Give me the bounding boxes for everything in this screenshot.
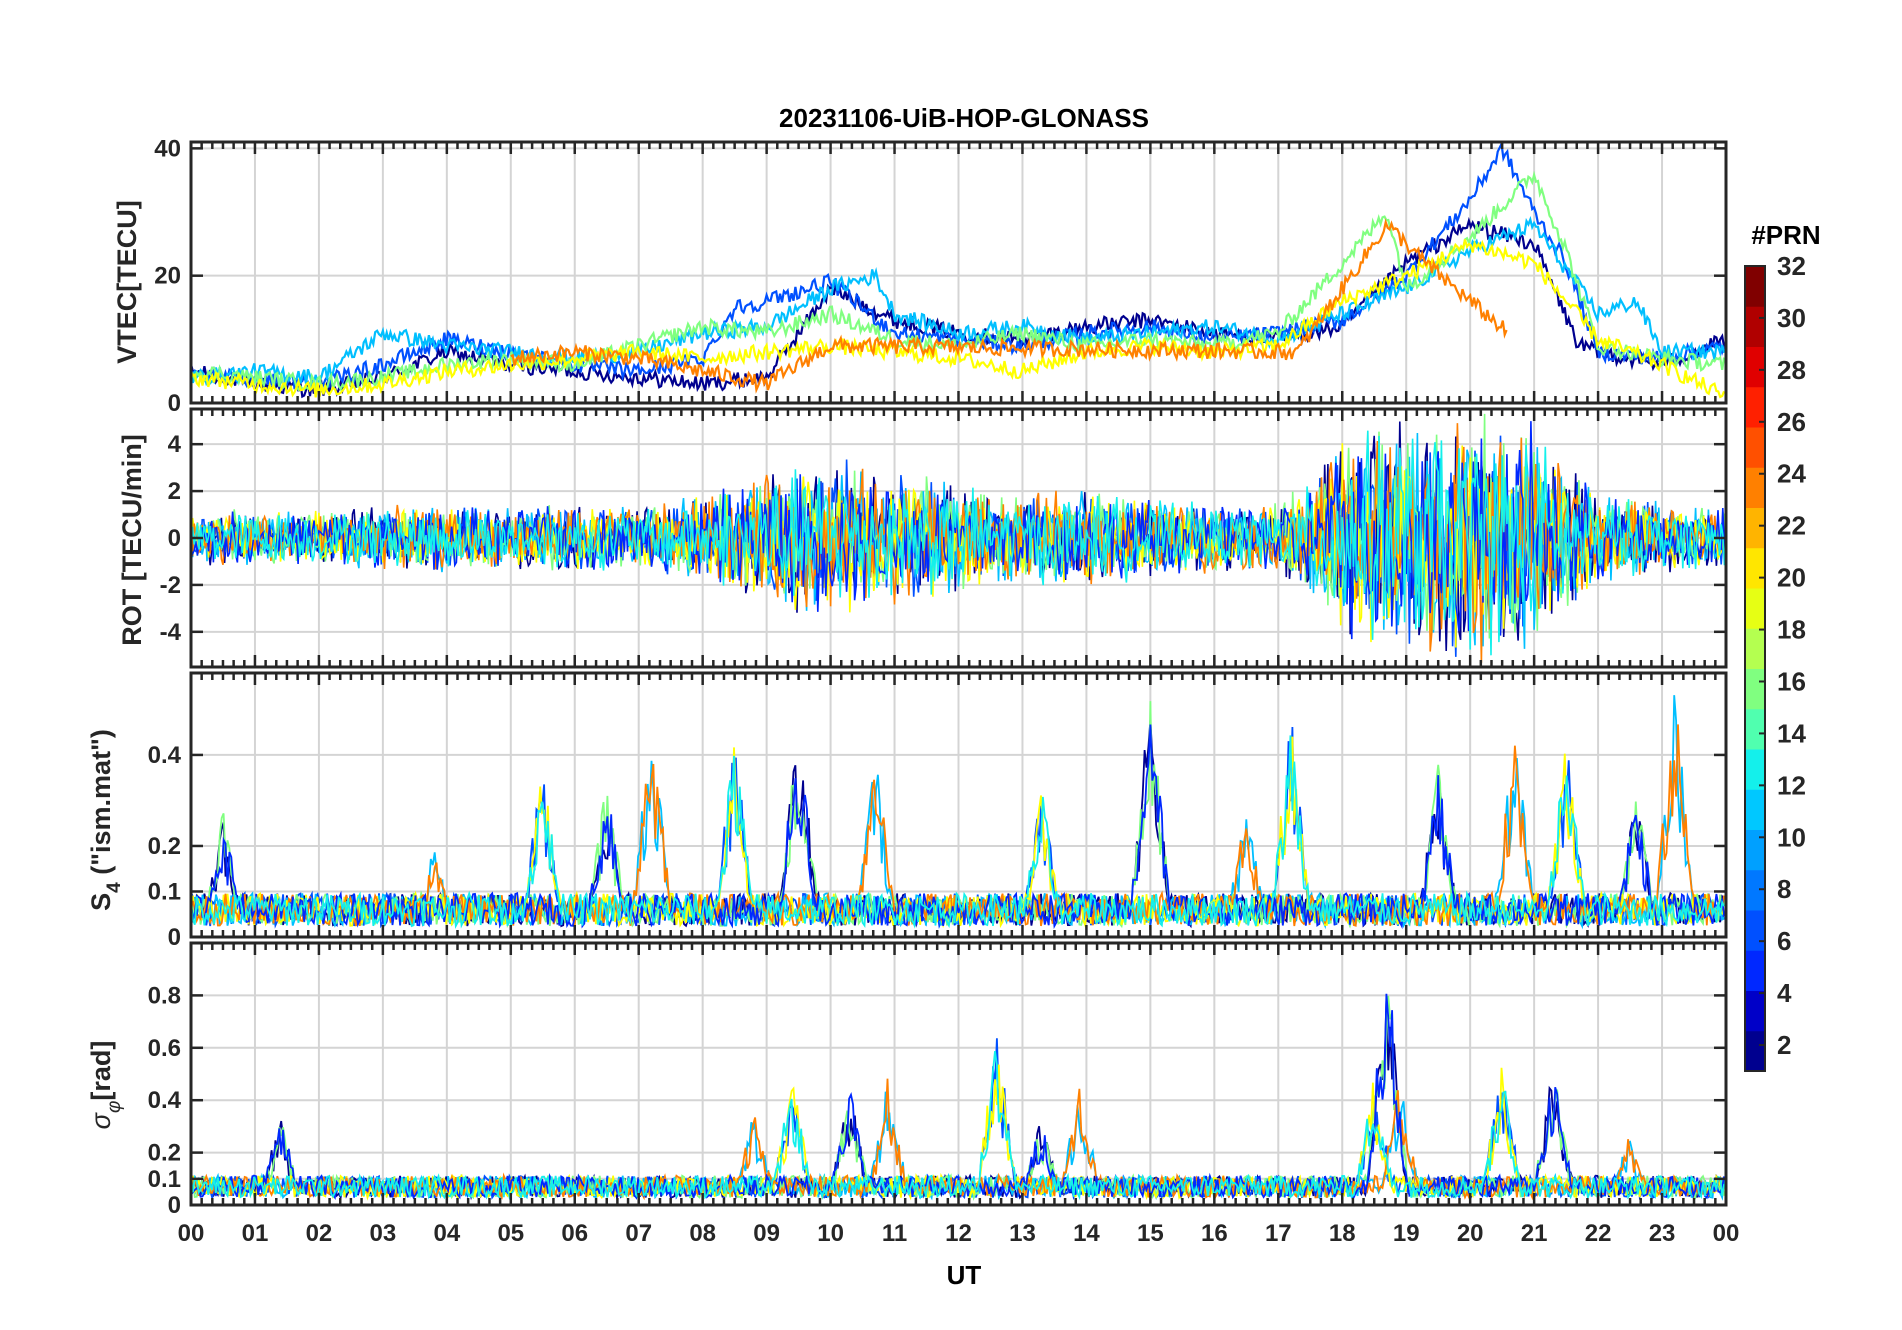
x-tick-label: 09 [753, 1220, 780, 1247]
x-tick-label: 01 [242, 1220, 269, 1247]
x-tick-label: 14 [1073, 1220, 1100, 1247]
x-tick-label: 23 [1649, 1220, 1676, 1247]
x-tick-label: 16 [1201, 1220, 1228, 1247]
colorbar-segment [1745, 950, 1765, 991]
x-axis-label: UT [947, 1260, 982, 1290]
colorbar-tick-label: 12 [1777, 770, 1806, 800]
colorbar-tick-label: 18 [1777, 615, 1806, 645]
x-tick-label: 17 [1265, 1220, 1292, 1247]
y-tick-label: 2 [168, 478, 181, 505]
y-tick-label: 4 [168, 431, 182, 458]
panels: 02040-4-202400.10.20.400.10.20.40.60.8 [148, 135, 1728, 1219]
y-tick-label: 0 [168, 1192, 181, 1219]
colorbar-segment [1745, 306, 1765, 347]
colorbar-segment [1745, 829, 1765, 871]
y-tick-label: 0.1 [148, 1166, 181, 1193]
colorbar-segment [1745, 708, 1765, 750]
y-tick-label: 0.4 [148, 742, 182, 769]
y-tick-label: 20 [154, 263, 181, 290]
colorbar-tick-label: 28 [1777, 355, 1806, 385]
x-tick-label: 08 [689, 1220, 716, 1247]
colorbar-segment [1745, 427, 1765, 468]
y-tick-label: 0 [168, 924, 181, 951]
y-tick-label: 40 [154, 135, 181, 162]
x-tick-label: 10 [817, 1220, 844, 1247]
colorbar-segment [1745, 668, 1765, 710]
y-tick-label: 0.4 [148, 1087, 182, 1114]
colorbar-title: #PRN [1751, 220, 1820, 250]
colorbar-tick-label: 24 [1777, 459, 1806, 489]
colorbar-tick-label: 22 [1777, 511, 1806, 541]
x-tick-labels: 00 01 02 03 04 05 06 07 08 09 10 11 12 13 14 15 16 17 18 19… [178, 1220, 1740, 1247]
x-tick-label: 13 [1009, 1220, 1036, 1247]
panel-s4: 0 0.1 0.2 0.4 [148, 671, 1728, 951]
colorbar-segment [1745, 588, 1765, 629]
panel-vtec: 0 20 40 [154, 135, 1728, 417]
colorbar-tick-label: 8 [1777, 874, 1791, 904]
colorbar-tick-label: 16 [1777, 666, 1806, 696]
panel-rot: -4 -2 0 2 4 [160, 407, 1728, 669]
colorbar-tick-label: 26 [1777, 407, 1806, 437]
colorbar-tick-label: 32 [1777, 251, 1806, 281]
colorbar-tick-label: 4 [1777, 978, 1792, 1008]
x-tick-label: 03 [370, 1220, 397, 1247]
x-tick-label: 05 [497, 1220, 524, 1247]
y-label-sigma-phi: σφ[rad] [86, 1041, 125, 1130]
y-tick-label: 0 [168, 390, 181, 417]
x-tick-label: 15 [1137, 1220, 1164, 1247]
y-label-rot: ROT [TECU/min] [117, 434, 147, 645]
y-tick-label: 0.2 [148, 1140, 181, 1167]
y-label-s4: S4 ("ism.mat") [86, 729, 125, 911]
colorbar-tick-label: 2 [1777, 1030, 1791, 1060]
colorbar-tick-label: 6 [1777, 926, 1791, 956]
colorbar: 2468101214161820222426283032 [1744, 251, 1806, 1072]
y-tick-label: 0.1 [148, 878, 181, 905]
colorbar-segment [1745, 1030, 1765, 1072]
colorbar-segment [1745, 266, 1765, 307]
y-tick-label: 0.6 [148, 1035, 181, 1062]
colorbar-segment [1745, 749, 1765, 790]
colorbar-tick-label: 10 [1777, 822, 1806, 852]
colorbar-segment [1745, 547, 1765, 589]
y-tick-label: -2 [160, 572, 181, 599]
panel-sigma-phi: 00.10.2 0.4 0.6 0.8 [148, 941, 1728, 1219]
x-tick-label: 00 [1713, 1220, 1740, 1247]
chart-title: 20231106-UiB-HOP-GLONASS [779, 103, 1149, 133]
colorbar-segment [1745, 789, 1765, 830]
x-tick-label: 20 [1457, 1220, 1484, 1247]
colorbar-segment [1745, 990, 1765, 1032]
x-tick-label: 07 [625, 1220, 652, 1247]
x-tick-label: 22 [1585, 1220, 1612, 1247]
x-tick-label: 11 [882, 1220, 907, 1247]
y-tick-label: -4 [160, 619, 182, 646]
colorbar-segment [1745, 507, 1765, 549]
colorbar-tick-label: 30 [1777, 303, 1806, 333]
y-label-vtec: VTEC[TECU] [112, 200, 142, 364]
colorbar-segment [1745, 628, 1765, 669]
colorbar-tick-label: 14 [1777, 718, 1806, 748]
x-tick-label: 06 [561, 1220, 588, 1247]
x-tick-label: 21 [1521, 1220, 1548, 1247]
y-tick-label: 0.2 [148, 833, 181, 860]
x-tick-label: 00 [178, 1220, 205, 1247]
x-tick-label: 04 [433, 1220, 460, 1247]
colorbar-tick-label: 20 [1777, 563, 1806, 593]
figure: 02040-4-202400.10.20.400.10.20.40.60.8 2… [86, 103, 1821, 1290]
x-tick-label: 18 [1329, 1220, 1356, 1247]
y-tick-label: 0.8 [148, 982, 181, 1009]
colorbar-segment [1745, 910, 1765, 951]
x-tick-label: 12 [945, 1220, 972, 1247]
x-tick-label: 02 [306, 1220, 333, 1247]
x-tick-label: 19 [1393, 1220, 1420, 1247]
colorbar-segment [1745, 346, 1765, 388]
y-tick-label: 0 [168, 525, 181, 552]
